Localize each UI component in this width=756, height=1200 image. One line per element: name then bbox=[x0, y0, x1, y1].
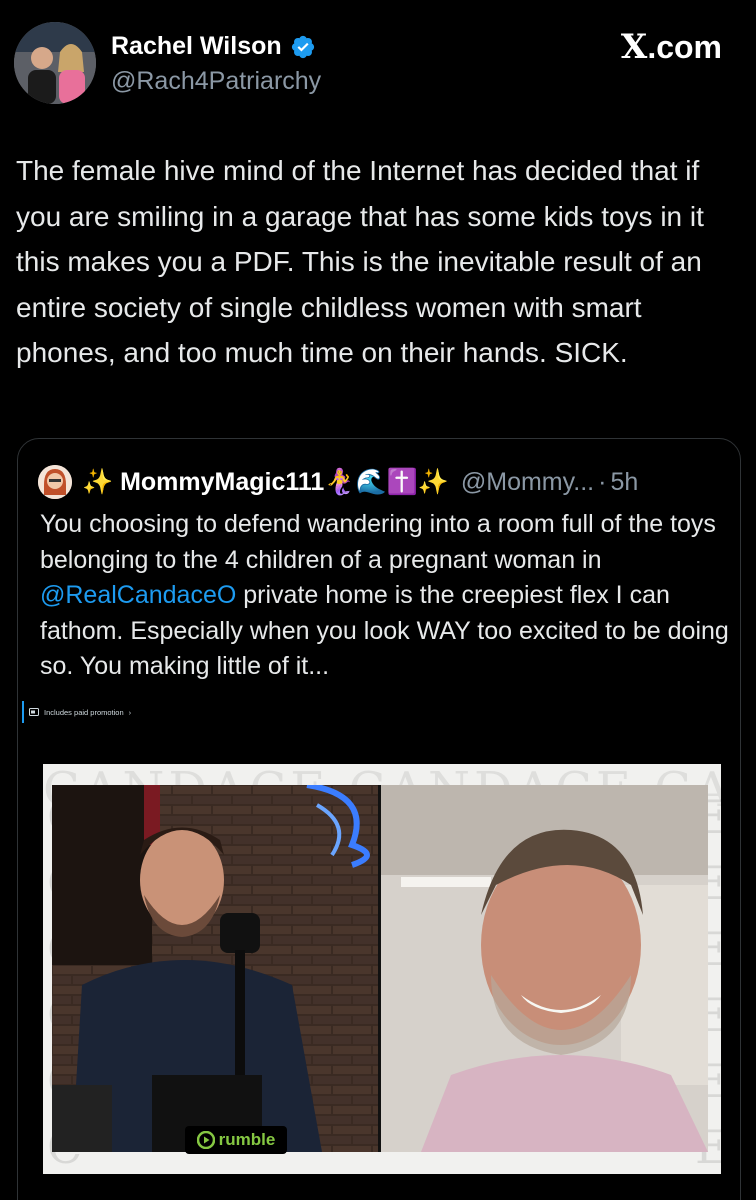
profile-photo-icon bbox=[14, 22, 96, 104]
rumble-logo: rumble bbox=[185, 1126, 287, 1154]
studio-host-image bbox=[52, 785, 378, 1152]
x-com-brand: X .com bbox=[621, 27, 722, 67]
tweet-text: The female hive mind of the Internet has… bbox=[16, 155, 704, 368]
quoted-tweet[interactable]: ✨ MommyMagic111🧜‍♀️🌊✝️✨ @Mommy... · 5h Y… bbox=[17, 438, 741, 1200]
split-divider bbox=[378, 785, 381, 1152]
rumble-label: rumble bbox=[218, 1130, 276, 1149]
quoted-timestamp[interactable]: 5h bbox=[610, 468, 638, 497]
quoted-handle[interactable]: @Mommy... bbox=[461, 468, 594, 497]
guest-image bbox=[381, 785, 708, 1152]
quoted-author-avatar[interactable] bbox=[38, 465, 72, 499]
meta-separator: · bbox=[598, 467, 607, 496]
tweet-header: Rachel Wilson @Rach4Patriarchy X .com bbox=[14, 22, 742, 108]
author-display-name[interactable]: Rachel Wilson bbox=[111, 32, 282, 61]
right-camera-feed bbox=[381, 785, 708, 1152]
author-name-row[interactable]: Rachel Wilson bbox=[111, 32, 321, 61]
paid-promotion-label[interactable]: Includes paid promotion › bbox=[22, 701, 131, 723]
quoted-media[interactable]: Includes paid promotion › CANDACE CANDAC… bbox=[22, 697, 738, 1200]
play-icon bbox=[196, 1131, 215, 1149]
author-avatar[interactable] bbox=[14, 22, 96, 104]
quoted-tweet-header: ✨ MommyMagic111🧜‍♀️🌊✝️✨ @Mommy... · 5h bbox=[38, 464, 638, 500]
left-camera-feed bbox=[52, 785, 378, 1152]
profile-photo-icon bbox=[38, 465, 72, 499]
quoted-tweet-text: You choosing to defend wandering into a … bbox=[40, 507, 730, 685]
x-com-label: .com bbox=[647, 28, 722, 65]
quoted-text-before: You choosing to defend wandering into a … bbox=[40, 510, 716, 574]
promotion-icon bbox=[29, 708, 39, 716]
chevron-right-icon: › bbox=[128, 707, 132, 717]
promo-text: Includes paid promotion bbox=[44, 707, 124, 717]
verified-badge-icon bbox=[291, 35, 314, 58]
promo-accent-bar bbox=[22, 701, 24, 723]
video-thumbnail[interactable]: CANDACE CANDACE CANDACE CCCCCC EEEEEE bbox=[43, 764, 721, 1174]
mention-link[interactable]: @RealCandaceO bbox=[40, 581, 236, 609]
x-logo-icon: X bbox=[620, 27, 648, 67]
author-handle[interactable]: @Rach4Patriarchy bbox=[111, 67, 321, 96]
quoted-display-name[interactable]: ✨ MommyMagic111🧜‍♀️🌊✝️✨ bbox=[82, 468, 449, 497]
